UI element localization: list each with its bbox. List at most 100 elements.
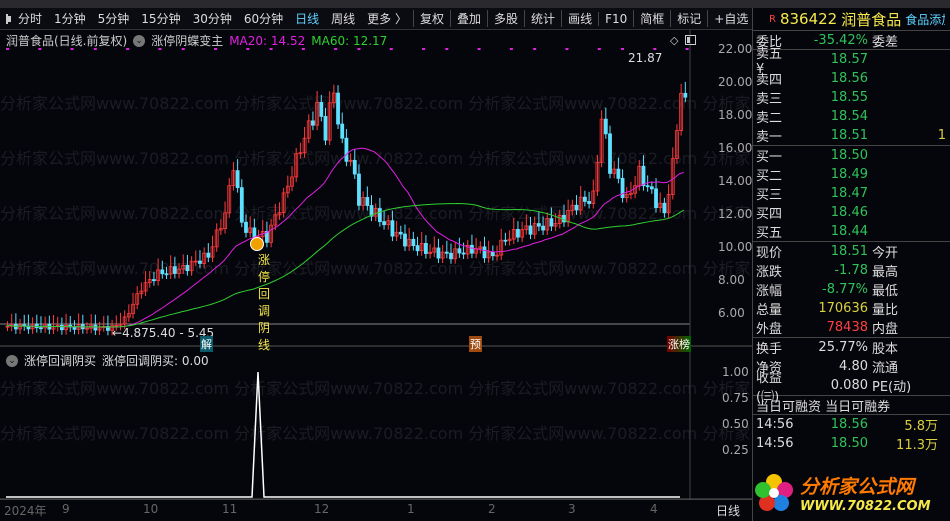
candle [152,279,156,282]
tag-limit-up-list[interactable]: 涨榜 [667,336,691,352]
flag-r: R [769,13,776,25]
signal-dot [565,48,569,50]
signal-dot [533,48,537,50]
label: 涨幅 [756,284,783,299]
tick-row: 14:56 18.50 11.3万 [753,434,950,453]
candle [311,120,315,126]
label: 买二 [756,169,783,184]
stats2-row: 收益(㈢) 0.080 PE(动) [753,371,950,405]
bid-row: 买四 18.46 [753,203,950,222]
price-tick: 10.00 [718,240,753,254]
date-tick: 10 [143,502,159,516]
candle [72,326,77,330]
tick-volume: 11.3万 [896,438,938,453]
candle [411,238,416,246]
date-tick: 3 [568,502,576,516]
signal-dot [509,48,513,50]
lower-tick: 1.00 [722,365,749,379]
label: 最低 [872,284,899,299]
ma60-line [5,203,685,328]
candle [461,252,466,255]
label: 卖四 [756,73,783,88]
price-tick: 14.00 [718,174,753,188]
value: 25.77% [818,340,868,355]
ma60-value: MA60: 12.17 [311,33,388,48]
signal-dot [477,48,481,50]
price-tick: 20.00 [718,75,753,89]
candle [336,92,340,125]
value: 18.50 [830,148,868,163]
tick-time: 14:56 [756,436,794,451]
stats2-list: 换手 25.77% 股本 净资 4.80 流通 收益(㈢) 0.080 PE(动) [753,337,950,405]
candle [93,324,98,331]
chevron-down-icon[interactable]: ⌄ [133,34,146,47]
date-tick: 2024年 [4,504,47,518]
label: 最高 [872,265,899,280]
date-tick: 2 [488,502,496,516]
tag-forecast[interactable]: 预 [469,336,482,352]
value: 78438 [826,320,868,335]
candle [549,218,554,227]
candle [365,197,370,206]
bid-list: 买一 18.50 买二 18.49 买三 18.47 买四 18.46 买五 18.44 [753,145,950,241]
label: 涨跌 [756,265,783,280]
lower-tick: 0.50 [722,417,749,431]
value: 18.44 [830,224,868,239]
candle [683,92,688,98]
panel-toggle-icon[interactable] [685,35,696,45]
candle [185,264,190,272]
diamond-icon[interactable]: ◇ [670,34,678,47]
candle [398,231,403,235]
ma20-value: MA20: 14.52 [229,33,306,48]
candle [160,269,165,275]
label: 内盘 [872,322,899,337]
stock-code: 836422 [779,10,838,28]
lower-indicator-name[interactable]: 涨停回调阴买 [24,352,96,369]
candle [403,233,407,247]
stats-list: 现价 18.51 今开 涨跌 -1.78 最高 涨幅 -8.77% 最低 总量 170636 量比 外盘… [753,241,950,337]
candle [649,186,654,190]
tick-price: 18.56 [830,417,868,432]
candle [641,165,646,187]
label: 买五 [756,226,783,241]
candle [352,159,357,175]
kline-chart[interactable] [0,0,752,500]
price-tick: 8.00 [718,273,745,287]
value: -35.42% [813,32,868,48]
value: 18.51 [830,128,868,143]
signal-dot [389,48,393,50]
candle [340,123,345,139]
label: 卖二 [756,111,783,126]
candle [587,201,591,204]
bid-row: 买五 18.44 [753,222,950,241]
candle [516,229,520,238]
indicator-name[interactable]: 涨停阴蝶变主 [151,32,223,49]
bid-row: 买二 18.49 [753,165,950,184]
label: 买一 [756,150,783,165]
candle [541,225,545,231]
signal-marker-icon [250,237,264,251]
label: 今开 [872,246,899,261]
value: 18.55 [830,90,868,105]
value: 18.47 [830,186,868,201]
label: 现价 [756,246,783,261]
chevron-down-icon[interactable]: ⌄ [6,354,18,367]
date-tick: 1 [407,502,415,516]
label: 卖三 [756,92,783,107]
candle [323,116,328,141]
value: 18.54 [830,109,868,124]
stat-row: 外盘 78438 内盘 [753,318,950,337]
tick-price: 18.50 [830,436,868,451]
ask-row: 卖五 ¥18.57 [753,47,950,77]
candle [490,251,495,257]
tag-unlock[interactable]: 解 [200,336,213,352]
chart-title: 润普食品(日线.前复权) ⌄ 涨停阴蝶变主 MA20: 14.52 MA60: … [6,32,387,49]
label: 买四 [756,207,783,222]
lower-indicator-value: 涨停回调阴买: 0.00 [102,354,209,368]
candle [239,187,244,223]
label: 委差 [872,34,899,50]
add-to-favorites[interactable]: 食品添加 [905,11,945,28]
signal-dot [422,48,426,50]
logo-name: 分析家公式网 [800,476,915,498]
value: 170636 [818,301,868,316]
